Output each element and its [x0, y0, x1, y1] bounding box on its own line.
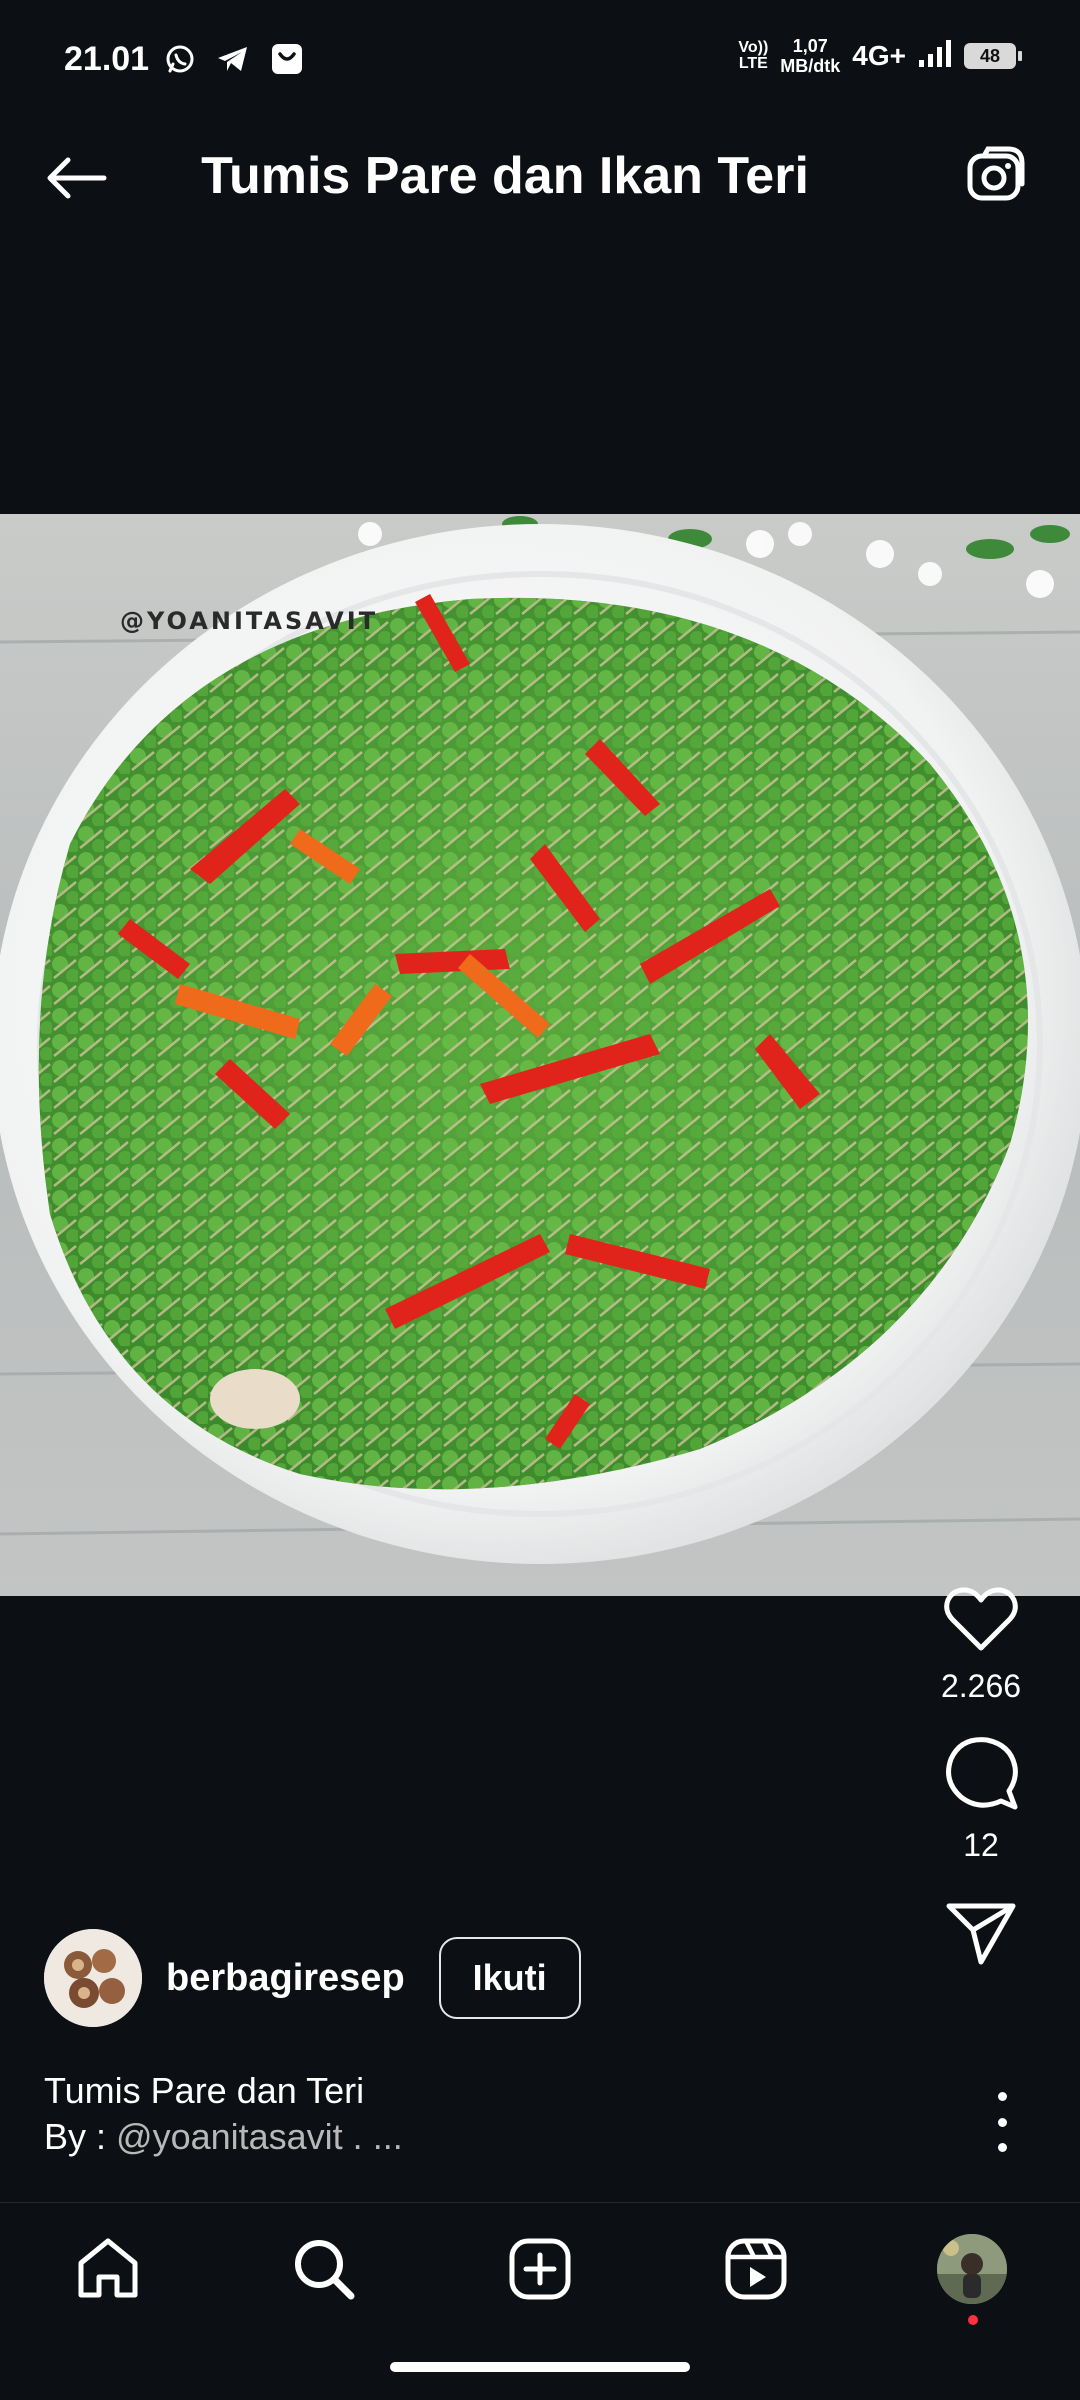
comment-action: 12 — [916, 1735, 1046, 1864]
volte-indicator: Vo)) LTE — [738, 40, 768, 72]
volte-line2: LTE — [738, 55, 768, 72]
nav-profile[interactable] — [934, 2231, 1010, 2307]
author-avatar[interactable] — [44, 1929, 142, 2027]
more-vertical-icon-dot — [997, 2092, 1007, 2101]
home-indicator[interactable] — [390, 2362, 690, 2372]
volte-line1: Vo)) — [738, 39, 769, 56]
food-photo: @YOANITASAVIT — [0, 514, 1080, 1596]
share-action — [916, 1900, 1046, 1966]
reels-icon — [725, 2238, 787, 2300]
follow-label: Ikuti — [472, 1957, 547, 1998]
search-icon — [295, 2240, 355, 2300]
post-image[interactable]: @YOANITASAVIT — [0, 514, 1080, 1596]
camera-button[interactable] — [960, 140, 1032, 212]
status-bar: 21.01 Vo)) LTE 1,07 MB/dtk 4G+ 48 — [0, 0, 1080, 92]
network-speed: 1,07 MB/dtk — [780, 36, 840, 76]
caption-title: Tumis Pare dan Teri — [44, 2070, 365, 2111]
notification-dot — [968, 2315, 978, 2325]
like-action: 2.266 — [916, 1586, 1046, 1705]
nav-reels[interactable] — [718, 2231, 794, 2307]
author-row: berbagiresep Ikuti — [44, 1928, 581, 2028]
status-app-icons — [164, 42, 304, 81]
paper-plane-icon[interactable] — [945, 1900, 1017, 1966]
caption-by-line: By : @yoanitasavit . ... — [44, 2114, 403, 2160]
create-icon — [509, 2238, 571, 2300]
nav-home[interactable] — [70, 2231, 146, 2307]
follow-button[interactable]: Ikuti — [438, 1937, 581, 2019]
page-title: Tumis Pare dan Ikan Teri — [201, 147, 809, 205]
speed-value: 1,07 — [792, 36, 828, 56]
author-username[interactable]: berbagiresep — [166, 1957, 405, 2000]
home-icon — [78, 2238, 138, 2298]
more-options-button[interactable] — [982, 2092, 1022, 2152]
heart-icon[interactable] — [944, 1586, 1018, 1652]
more-vertical-icon-dot — [997, 2143, 1007, 2152]
more-vertical-icon-dot — [997, 2117, 1007, 2127]
status-right: Vo)) LTE 1,07 MB/dtk 4G+ 48 — [738, 36, 1022, 76]
top-header: Tumis Pare dan Ikan Teri — [0, 92, 1080, 252]
shopping-bag-icon — [270, 42, 304, 81]
comment-count[interactable]: 12 — [963, 1827, 999, 1864]
nav-search[interactable] — [286, 2231, 362, 2307]
speed-unit: MB/dtk — [780, 56, 841, 76]
telegram-icon — [216, 44, 250, 79]
battery-level: 48 — [979, 45, 1001, 66]
network-type: 4G+ — [852, 40, 906, 71]
bottom-nav — [0, 2202, 1080, 2333]
watermark: @YOANITASAVIT — [120, 607, 378, 635]
caption-by-prefix: By : — [44, 2116, 117, 2157]
signal-icon — [918, 38, 952, 75]
status-time: 21.01 — [64, 40, 150, 78]
caption[interactable]: Tumis Pare dan Teri By : @yoanitasavit .… — [44, 2068, 403, 2160]
like-count[interactable]: 2.266 — [941, 1668, 1021, 1705]
action-column: 2.266 12 — [916, 1586, 1046, 1996]
nav-create[interactable] — [502, 2231, 578, 2307]
caption-handle[interactable]: @yoanitasavit . ... — [116, 2116, 403, 2157]
whatsapp-icon — [164, 43, 196, 80]
profile-avatar — [937, 2234, 1007, 2304]
battery-icon: 48 — [964, 43, 1022, 69]
comment-icon[interactable] — [943, 1735, 1019, 1811]
camera-icon — [967, 146, 1025, 201]
